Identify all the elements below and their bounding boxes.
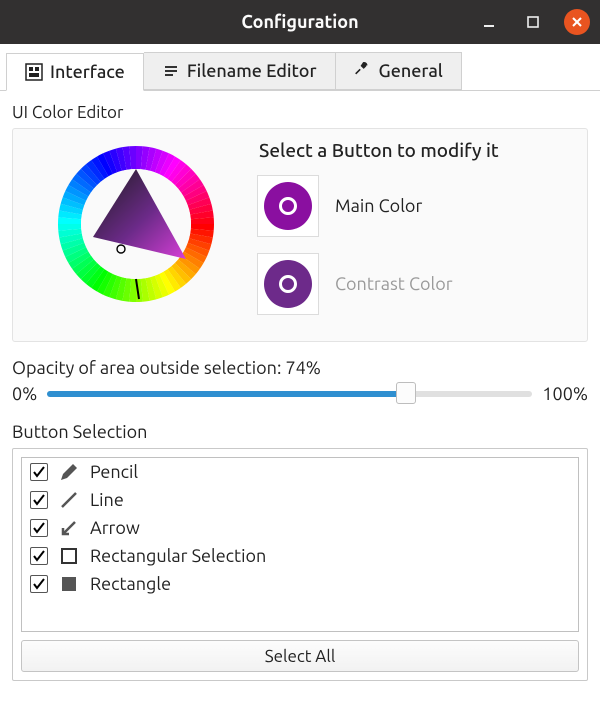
maximize-button[interactable] [520,9,546,35]
button-selection-frame: Pencil Line Arrow Rectangular Selection [12,448,588,681]
tab-general[interactable]: General [336,52,462,90]
opacity-label-prefix: Opacity of area outside selection: [12,358,286,378]
pencil-icon [58,462,80,482]
main-color-label: Main Color [335,196,422,216]
maximize-icon [526,15,540,29]
list-item-label: Rectangle [90,574,171,594]
tab-filename-editor[interactable]: Filename Editor [144,52,336,90]
color-wheel[interactable] [21,139,251,309]
tab-bar: Interface Filename Editor General [0,44,600,91]
line-icon [58,490,80,510]
list-item[interactable]: Rectangle [22,570,578,598]
filename-icon [162,62,180,80]
tab-content-interface: UI Color Editor [0,91,600,693]
tab-interface[interactable]: Interface [6,53,144,91]
button-selection-label: Button Selection [12,422,588,442]
slider-fill [47,391,406,397]
opacity-min-label: 0% [12,384,37,404]
opacity-label: Opacity of area outside selection: 74% [12,358,588,378]
list-item-label: Pencil [90,462,138,482]
contrast-color-swatch[interactable] [257,253,319,315]
list-item[interactable]: Line [22,486,578,514]
main-color-circle [264,182,312,230]
main-color-row: Main Color [257,175,579,237]
checkbox[interactable] [30,463,48,481]
window-controls [476,9,590,35]
contrast-color-label: Contrast Color [335,274,453,294]
tab-label: Filename Editor [187,61,317,81]
list-item-label: Rectangular Selection [90,546,266,566]
opacity-control-row: 0% 100% [12,384,588,404]
button-selection-list[interactable]: Pencil Line Arrow Rectangular Selection [21,457,579,632]
select-all-button[interactable]: Select All [21,640,579,672]
checkbox[interactable] [30,575,48,593]
tab-label: Interface [50,62,125,82]
checkbox[interactable] [30,491,48,509]
minimize-button[interactable] [476,9,502,35]
list-item-label: Arrow [90,518,140,538]
wrench-icon [354,62,372,80]
minimize-icon [482,15,496,29]
ui-color-editor-panel: Select a Button to modify it Main Color … [12,128,588,342]
slider-thumb[interactable] [396,382,416,404]
rect-fill-icon [58,574,80,594]
contrast-color-circle [264,260,312,308]
close-icon [571,16,583,28]
checkbox[interactable] [30,519,48,537]
contrast-color-row: Contrast Color [257,253,579,315]
checkbox[interactable] [30,547,48,565]
window-titlebar: Configuration [0,0,600,44]
interface-icon [25,63,43,81]
select-all-label: Select All [265,647,336,666]
list-item[interactable]: Rectangular Selection [22,542,578,570]
rect-outline-icon [58,546,80,566]
opacity-slider[interactable] [47,385,532,403]
ui-color-editor-label: UI Color Editor [12,103,588,122]
ring-icon [279,275,297,293]
main-color-swatch[interactable] [257,175,319,237]
tab-label: General [379,61,443,81]
color-editor-prompt: Select a Button to modify it [259,139,579,161]
arrow-icon [58,518,80,538]
opacity-max-label: 100% [542,384,588,404]
list-item[interactable]: Arrow [22,514,578,542]
color-editor-side: Select a Button to modify it Main Color … [257,139,579,331]
list-item[interactable]: Pencil [22,458,578,486]
close-button[interactable] [564,9,590,35]
opacity-value: 74% [286,358,321,378]
ring-icon [279,197,297,215]
list-item-label: Line [90,490,124,510]
